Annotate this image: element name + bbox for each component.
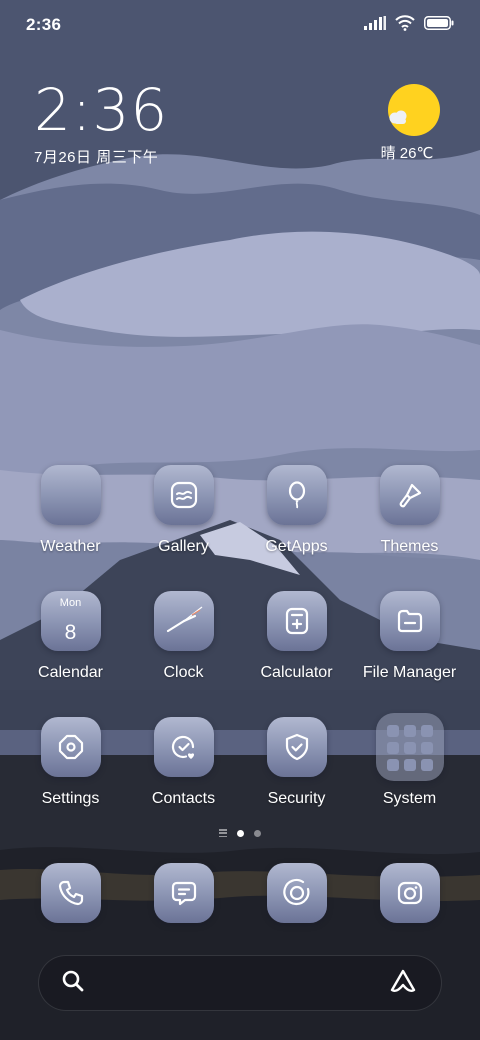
app-label: Contacts xyxy=(151,790,216,807)
app-label: Security xyxy=(267,790,326,807)
weather-icon xyxy=(40,465,101,525)
page-indicator-minus-one xyxy=(219,829,227,837)
app-security[interactable]: Security xyxy=(240,717,353,843)
clock-widget[interactable]: 2:36 7月26日 周三下午 xyxy=(34,78,168,167)
mini-app-icon xyxy=(403,759,416,771)
message-icon xyxy=(153,863,214,923)
app-label: Gallery xyxy=(158,538,209,555)
app-clock[interactable]: Clock xyxy=(127,591,240,717)
calculator-icon xyxy=(266,591,327,651)
gear-icon xyxy=(40,717,101,777)
app-row: Weather Gallery GetApps Themes xyxy=(14,465,466,591)
calendar-icon: Mon 8 xyxy=(40,591,101,651)
status-bar: 2:36 xyxy=(0,0,480,50)
mini-app-icon xyxy=(403,725,416,737)
signal-icon xyxy=(364,15,386,35)
status-icons xyxy=(364,14,454,36)
contacts-icon xyxy=(153,717,214,777)
page-indicator-dot-active xyxy=(237,829,244,837)
dock-messages[interactable] xyxy=(127,863,240,923)
app-calculator[interactable]: Calculator xyxy=(240,591,353,717)
app-calendar[interactable]: Mon 8 Calendar xyxy=(14,591,127,717)
app-themes[interactable]: Themes xyxy=(353,465,466,591)
app-label: File Manager xyxy=(362,664,457,681)
battery-icon xyxy=(424,15,454,35)
app-label: Weather xyxy=(40,538,101,555)
app-row: Mon 8 Calendar Clock Calculator File Man… xyxy=(14,591,466,717)
app-settings[interactable]: Settings xyxy=(14,717,127,843)
brush-icon xyxy=(379,465,440,525)
mini-app-icon xyxy=(386,725,399,737)
weather-widget[interactable]: 晴 26℃ xyxy=(381,84,444,163)
widget-time: 2:36 xyxy=(34,76,169,144)
camera-icon xyxy=(379,863,440,923)
calendar-date: 8 xyxy=(64,621,77,644)
clock-icon xyxy=(153,591,214,651)
app-label: Themes xyxy=(380,538,439,555)
app-system-folder[interactable]: System xyxy=(353,713,466,843)
calendar-day: Mon xyxy=(59,597,82,609)
app-getapps[interactable]: GetApps xyxy=(240,465,353,591)
sun-with-cloud-icon xyxy=(388,84,440,136)
dock-browser[interactable] xyxy=(240,863,353,923)
wifi-icon xyxy=(395,14,415,36)
app-label: GetApps xyxy=(265,538,328,555)
phone-icon xyxy=(40,863,101,923)
app-gallery[interactable]: Gallery xyxy=(127,465,240,591)
mini-app-icon xyxy=(386,759,399,771)
assistant-icon[interactable] xyxy=(389,968,417,999)
gallery-icon xyxy=(153,465,214,525)
mini-app-icon xyxy=(403,742,416,754)
dock-phone[interactable] xyxy=(14,863,127,923)
dock-camera[interactable] xyxy=(353,863,466,923)
app-label: Calendar xyxy=(38,664,103,681)
app-contacts[interactable]: Contacts xyxy=(127,717,240,843)
mini-app-icon xyxy=(386,742,399,754)
app-grid: Weather Gallery GetApps Themes Mon 8 Cal… xyxy=(14,465,466,843)
app-file-manager[interactable]: File Manager xyxy=(353,591,466,717)
browser-icon xyxy=(266,863,327,923)
weather-text: 晴 26℃ xyxy=(380,145,434,162)
app-row: Settings Contacts Security System xyxy=(14,713,466,843)
app-label: System xyxy=(382,790,437,807)
mini-app-icon xyxy=(420,725,433,737)
mini-app-icon xyxy=(420,759,433,771)
dock xyxy=(14,863,466,923)
page-indicator[interactable] xyxy=(0,829,480,837)
mini-app-icon xyxy=(420,742,433,754)
shield-icon xyxy=(266,717,327,777)
widget-date: 7月26日 周三下午 xyxy=(34,149,159,166)
search-icon[interactable] xyxy=(61,969,85,998)
search-bar[interactable] xyxy=(38,955,442,1011)
folder-group-icon xyxy=(375,713,444,781)
page-indicator-dot xyxy=(254,829,261,837)
app-label: Settings xyxy=(41,790,100,807)
app-label: Clock xyxy=(163,664,204,681)
app-weather[interactable]: Weather xyxy=(14,465,127,591)
app-label: Calculator xyxy=(260,664,333,681)
folder-icon xyxy=(379,591,440,651)
balloon-icon xyxy=(266,465,327,525)
status-time: 2:36 xyxy=(26,15,62,34)
